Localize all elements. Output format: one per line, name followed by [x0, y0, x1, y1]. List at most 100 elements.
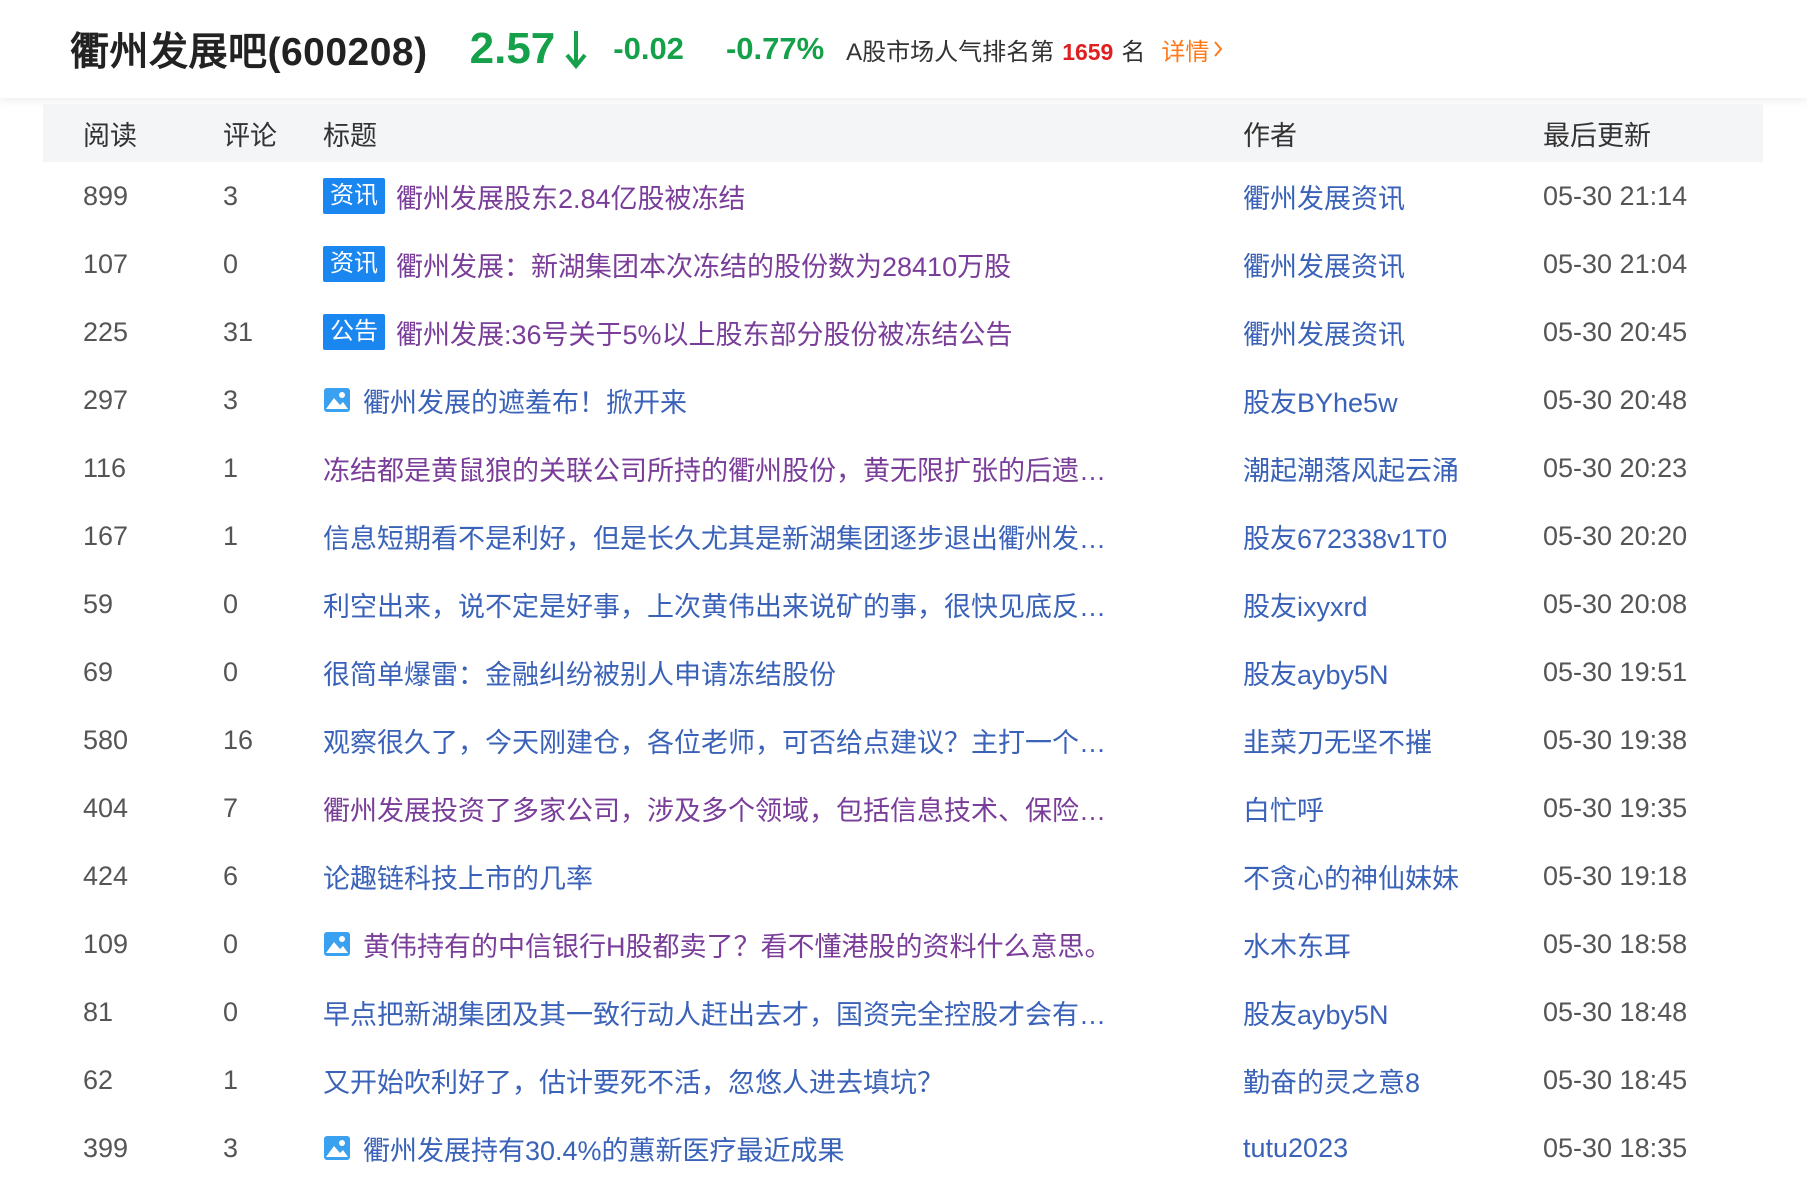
author-link[interactable]: 股友ayby5N: [1243, 653, 1543, 692]
post-title-link[interactable]: 很简单爆雷：金融纠纷被别人申请冻结股份: [323, 653, 836, 692]
post-title: 利空出来，说不定是好事，上次黄伟出来说矿的事，很快见底反…: [323, 585, 1243, 624]
last-updated: 05-30 19:51: [1543, 656, 1688, 687]
comment-count: 7: [223, 792, 239, 823]
chevron-right-icon: [1214, 41, 1223, 57]
post-title-link[interactable]: 论趣链科技上市的几率: [323, 857, 593, 896]
table-row: 81 0 早点把新湖集团及其一致行动人赶出去才，国资完全控股才会有… 股友ayby5N…: [43, 978, 1763, 1046]
comment-count: 0: [223, 996, 239, 1027]
author-link[interactable]: 衢州发展资讯: [1243, 313, 1543, 352]
last-updated: 05-30 19:38: [1543, 724, 1688, 755]
author-link[interactable]: 水木东耳: [1243, 925, 1543, 964]
post-title-link[interactable]: 信息短期看不是利好，但是长久尤其是新湖集团逐步退出衢州发…: [323, 517, 1106, 556]
author-link[interactable]: 股友ayby5N: [1243, 993, 1543, 1032]
author-link[interactable]: 衢州发展资讯: [1243, 245, 1543, 284]
post-title: 信息短期看不是利好，但是长久尤其是新湖集团逐步退出衢州发…: [323, 517, 1243, 556]
author-link[interactable]: 潮起潮落风起云涌: [1243, 449, 1543, 488]
post-title: 很简单爆雷：金融纠纷被别人申请冻结股份: [323, 653, 1243, 692]
last-updated: 05-30 21:04: [1543, 248, 1688, 279]
stock-price: 2.57: [469, 24, 556, 73]
comment-count: 0: [223, 656, 239, 687]
author-link[interactable]: 不贪心的神仙妹妹: [1243, 857, 1543, 896]
image-icon: [323, 387, 351, 413]
post-title-link[interactable]: 衢州发展：新湖集团本次冻结的股份数为28410万股: [396, 245, 1011, 284]
post-title: 衢州发展投资了多家公司，涉及多个领域，包括信息技术、保险…: [323, 789, 1243, 828]
author-link[interactable]: 股友ixyxrd: [1243, 585, 1543, 624]
read-count: 116: [83, 452, 127, 483]
last-updated: 05-30 20:08: [1543, 588, 1688, 619]
read-count: 424: [83, 860, 129, 891]
last-updated: 05-30 20:45: [1543, 316, 1688, 347]
post-title-link[interactable]: 衢州发展投资了多家公司，涉及多个领域，包括信息技术、保险…: [323, 789, 1106, 828]
read-count: 62: [83, 1064, 114, 1095]
image-icon: [323, 931, 351, 957]
stock-header: 衢州发展吧(600208) 2.57 -0.02 -0.77% A股市场人气排名…: [0, 0, 1807, 98]
post-title: 早点把新湖集团及其一致行动人赶出去才，国资完全控股才会有…: [323, 993, 1243, 1032]
post-title-link[interactable]: 黄伟持有的中信银行H股都卖了？看不懂港股的资料什么意思。: [363, 925, 1112, 964]
author-link[interactable]: 勤奋的灵之意8: [1243, 1061, 1543, 1100]
table-row: 107 0 资讯 衢州发展：新湖集团本次冻结的股份数为28410万股 衢州发展资讯 05-…: [43, 230, 1763, 298]
author-link[interactable]: 韭菜刀无坚不摧: [1243, 721, 1543, 760]
post-title-link[interactable]: 衢州发展:36号关于5%以上股东部分股份被冻结公告: [396, 313, 1013, 352]
comment-count: 0: [223, 248, 239, 279]
comment-count: 0: [223, 588, 239, 619]
price-change-percent: -0.77%: [725, 31, 825, 66]
post-title: 黄伟持有的中信银行H股都卖了？看不懂港股的资料什么意思。: [323, 925, 1243, 964]
post-title-link[interactable]: 又开始吹利好了，估计要死不活，忽悠人进去填坑？: [323, 1061, 944, 1100]
details-label: 详情: [1161, 38, 1210, 66]
comment-count: 3: [223, 180, 239, 211]
last-updated: 05-30 19:35: [1543, 792, 1688, 823]
popularity-rank: A股市场人气排名第 1659 名: [846, 32, 1145, 67]
post-title: 又开始吹利好了，估计要死不活，忽悠人进去填坑？: [323, 1061, 1243, 1100]
comment-count: 6: [223, 860, 239, 891]
comment-count: 1: [223, 1064, 239, 1095]
comment-count: 1: [223, 520, 239, 551]
post-title-link[interactable]: 冻结都是黄鼠狼的关联公司所持的衢州股份，黄无限扩张的后遗…: [323, 449, 1106, 488]
arrow-down-icon: [565, 29, 587, 69]
read-count: 899: [83, 180, 129, 211]
image-icon: [323, 1135, 351, 1161]
post-title-link[interactable]: 衢州发展持有30.4%的蕙新医疗最近成果: [363, 1129, 845, 1168]
column-updated[interactable]: 最后更新: [1543, 114, 1763, 153]
read-count: 399: [83, 1132, 129, 1163]
last-updated: 05-30 21:14: [1543, 180, 1688, 211]
author-link[interactable]: 白忙呼: [1243, 789, 1543, 828]
post-tag-badge: 资讯: [323, 178, 385, 214]
author-link[interactable]: tutu2023: [1243, 1133, 1543, 1164]
table-row: 62 1 又开始吹利好了，估计要死不活，忽悠人进去填坑？ 勤奋的灵之意8 05-30 1…: [43, 1046, 1763, 1114]
rank-prefix: A股市场人气排名第: [846, 38, 1055, 66]
post-title-link[interactable]: 观察很久了，今天刚建仓，各位老师，可否给点建议？主打一个…: [323, 721, 1106, 760]
details-link[interactable]: 详情: [1161, 32, 1223, 67]
rank-value: 1659: [1062, 38, 1114, 65]
post-title: 冻结都是黄鼠狼的关联公司所持的衢州股份，黄无限扩张的后遗…: [323, 449, 1243, 488]
table-row: 225 31 公告 衢州发展:36号关于5%以上股东部分股份被冻结公告 衢州发展资讯 05…: [43, 298, 1763, 366]
post-title: 资讯 衢州发展股东2.84亿股被冻结: [323, 177, 1243, 216]
bar-title[interactable]: 衢州发展吧(600208): [70, 21, 428, 77]
comment-count: 3: [223, 384, 239, 415]
last-updated: 05-30 18:35: [1543, 1132, 1688, 1163]
author-link[interactable]: 股友BYhe5w: [1243, 381, 1543, 420]
post-list-table: 阅读 评论 标题 作者 最后更新 899 3 资讯 衢州发展股东2.84亿股被冻结 衢州…: [43, 104, 1763, 1182]
author-link[interactable]: 股友672338v1T0: [1243, 517, 1543, 556]
post-title-link[interactable]: 利空出来，说不定是好事，上次黄伟出来说矿的事，很快见底反…: [323, 585, 1106, 624]
comment-count: 0: [223, 928, 239, 959]
table-row: 116 1 冻结都是黄鼠狼的关联公司所持的衢州股份，黄无限扩张的后遗… 潮起潮落风起云…: [43, 434, 1763, 502]
post-title-link[interactable]: 早点把新湖集团及其一致行动人赶出去才，国资完全控股才会有…: [323, 993, 1106, 1032]
last-updated: 05-30 20:20: [1543, 520, 1688, 551]
post-title: 论趣链科技上市的几率: [323, 857, 1243, 896]
read-count: 59: [83, 588, 114, 619]
table-row: 399 3 衢州发展持有30.4%的蕙新医疗最近成果 tutu2023 05-30 18…: [43, 1114, 1763, 1182]
table-row: 69 0 很简单爆雷：金融纠纷被别人申请冻结股份 股友ayby5N 05-30 19:5…: [43, 638, 1763, 706]
post-title: 资讯 衢州发展：新湖集团本次冻结的股份数为28410万股: [323, 245, 1243, 284]
table-row: 167 1 信息短期看不是利好，但是长久尤其是新湖集团逐步退出衢州发… 股友67233…: [43, 502, 1763, 570]
column-read[interactable]: 阅读: [43, 114, 183, 153]
column-comment[interactable]: 评论: [183, 114, 323, 153]
post-title: 衢州发展的遮羞布！掀开来: [323, 381, 1243, 420]
post-title-link[interactable]: 衢州发展股东2.84亿股被冻结: [396, 177, 746, 216]
post-title: 衢州发展持有30.4%的蕙新医疗最近成果: [323, 1129, 1243, 1168]
comment-count: 31: [223, 316, 254, 347]
rank-suffix: 名: [1121, 38, 1146, 66]
post-title-link[interactable]: 衢州发展的遮羞布！掀开来: [363, 381, 687, 420]
price-change: -0.02: [613, 31, 684, 66]
last-updated: 05-30 19:18: [1543, 860, 1688, 891]
author-link[interactable]: 衢州发展资讯: [1243, 177, 1543, 216]
